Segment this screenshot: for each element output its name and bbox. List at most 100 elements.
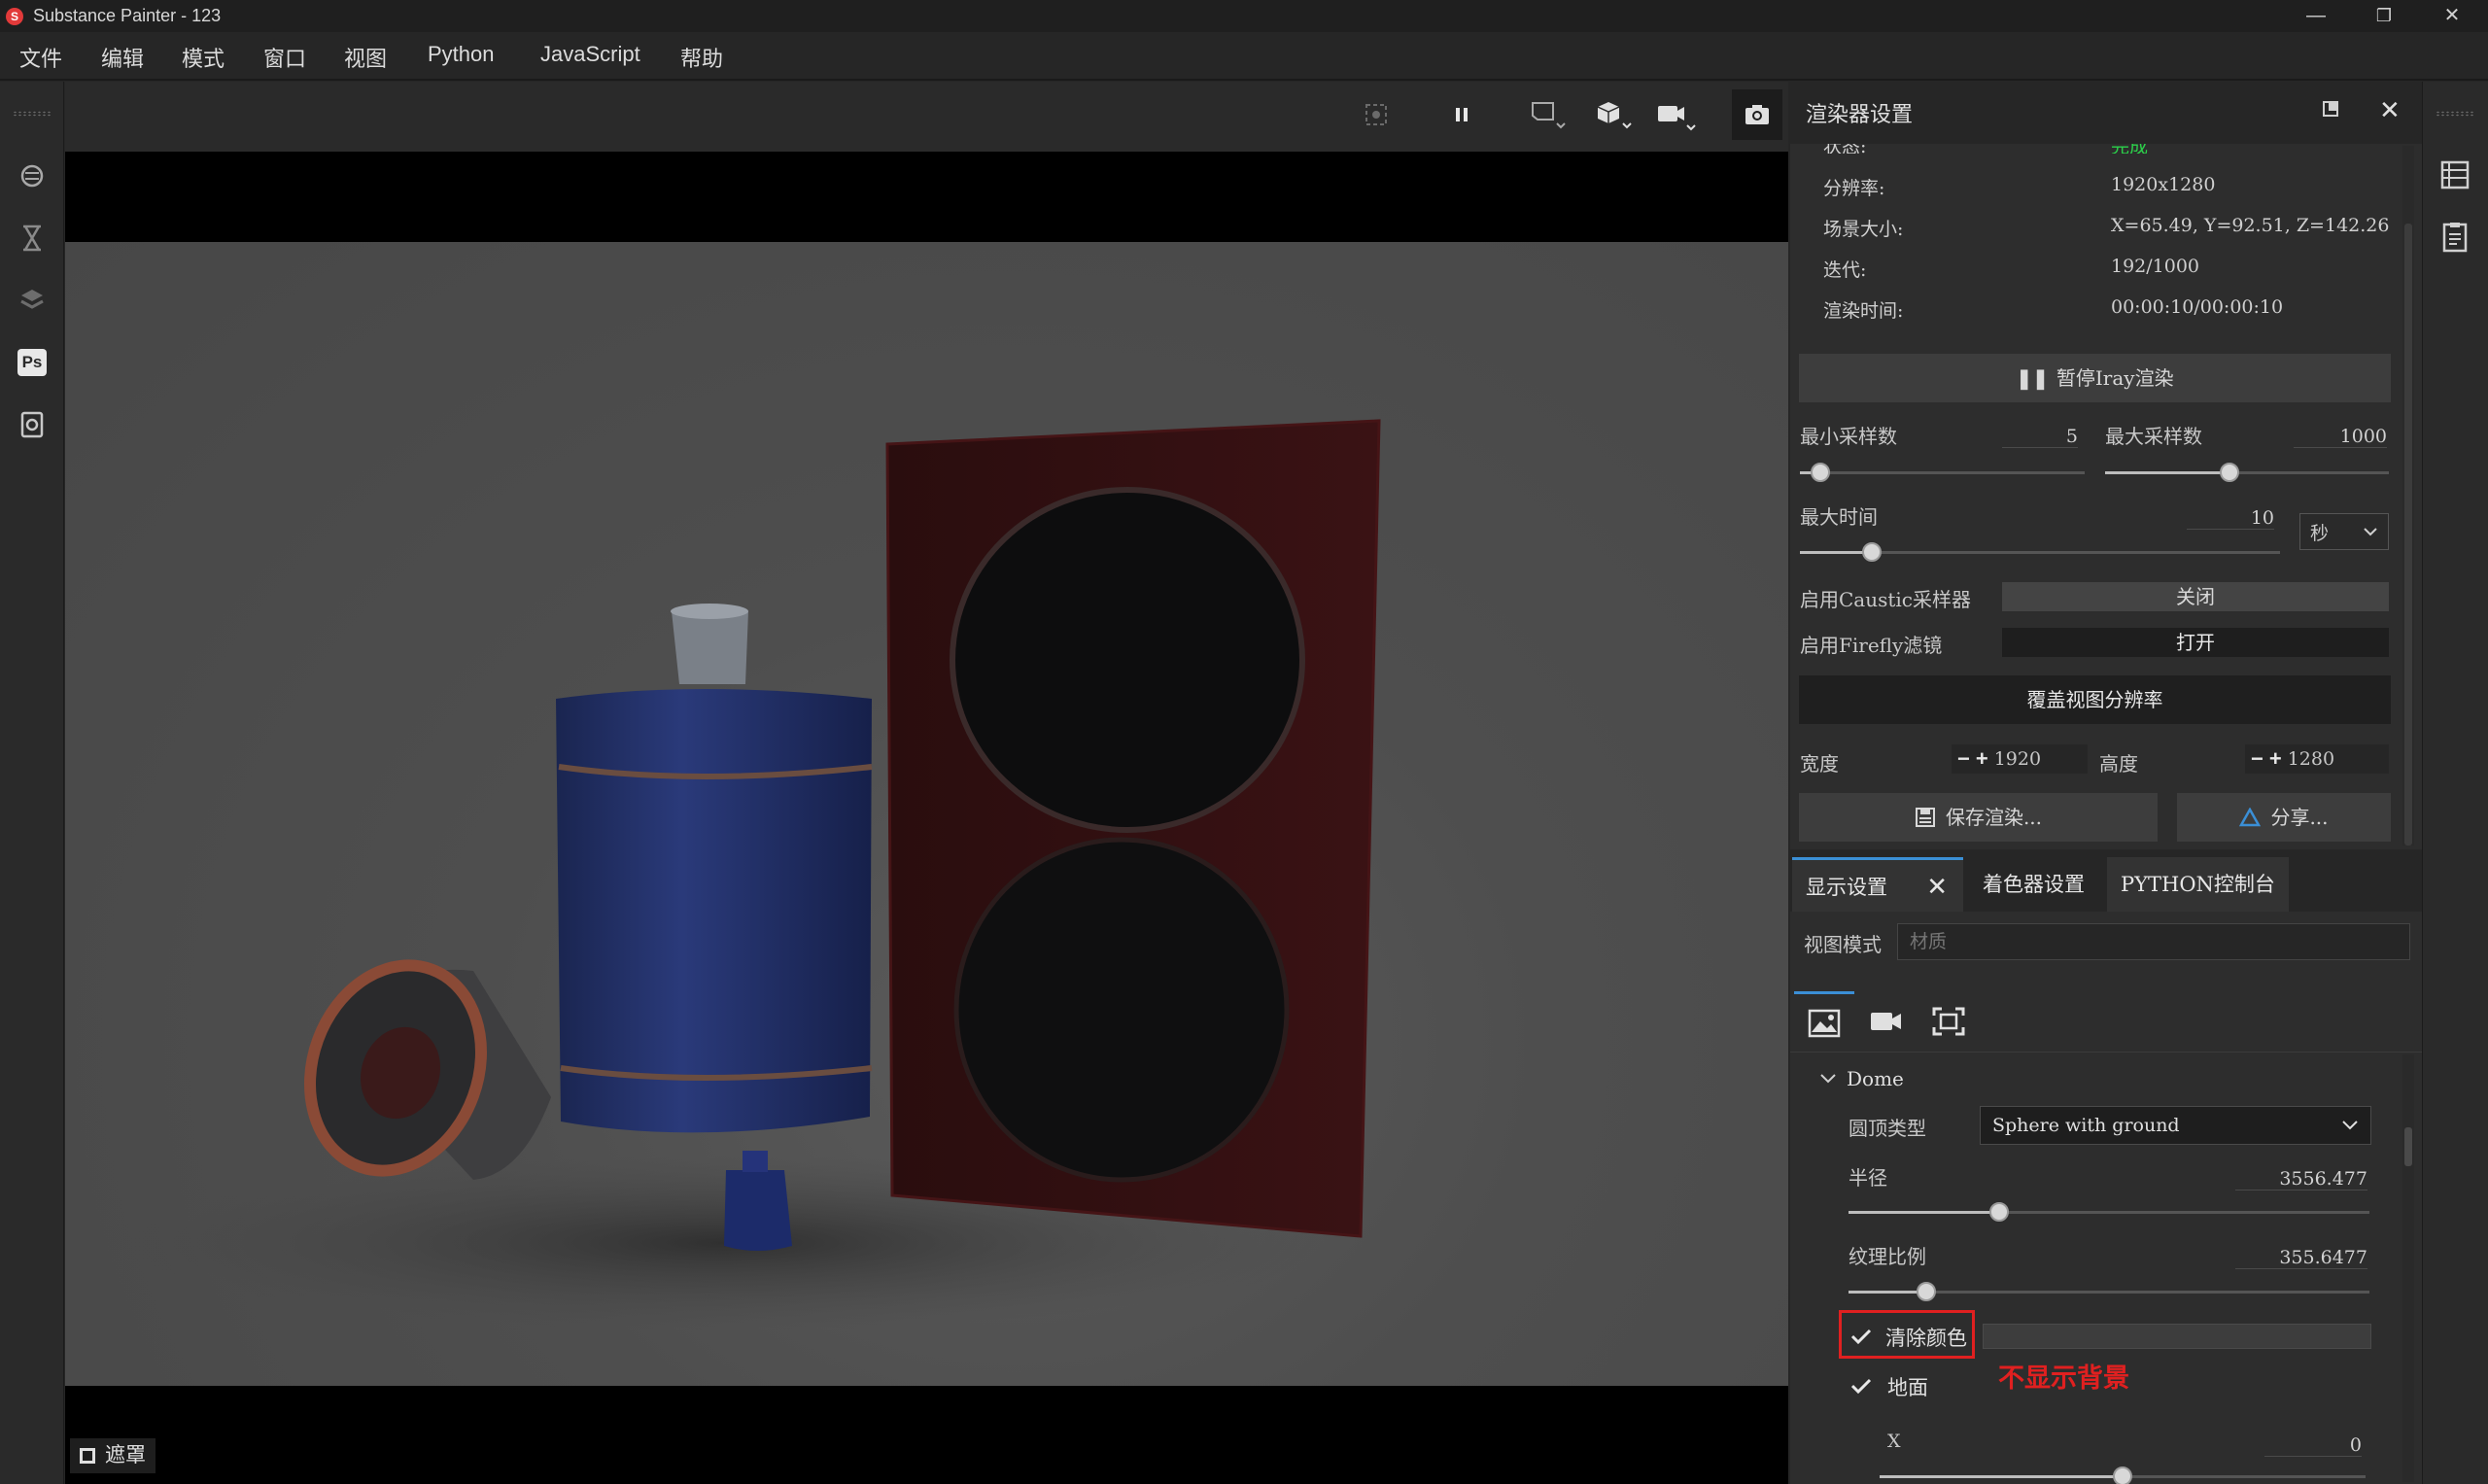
tab-display-settings[interactable]: 显示设置 ✕ xyxy=(1792,857,1963,912)
camera-mode-icon[interactable] xyxy=(1654,93,1697,136)
render-time-label: 渲染时间: xyxy=(1823,300,1904,322)
menu-python[interactable]: Python xyxy=(428,42,495,67)
tab-shader-settings[interactable]: 着色器设置 xyxy=(1969,857,2098,912)
clear-color-checkbox[interactable] xyxy=(1849,1324,1874,1349)
clear-color-label: 清除颜色 xyxy=(1885,1328,1967,1350)
firefly-toggle[interactable]: 打开 xyxy=(2002,628,2389,657)
max-time-slider-knob[interactable] xyxy=(1862,542,1882,562)
radius-slider-knob[interactable] xyxy=(1989,1202,2009,1222)
resolution-label: 分辨率: xyxy=(1823,178,1885,199)
app-logo-icon: S xyxy=(6,8,23,25)
menu-mode[interactable]: 模式 xyxy=(182,42,225,73)
image-icon xyxy=(1808,1009,1841,1037)
minimize-button[interactable]: — xyxy=(2284,0,2348,32)
display-scrollbar-thumb[interactable] xyxy=(2404,1127,2412,1166)
toolbar-grip[interactable] xyxy=(13,111,52,117)
layers-icon[interactable] xyxy=(2439,159,2471,195)
min-samples-label: 最小采样数 xyxy=(1800,425,1897,448)
save-render-button[interactable]: 保存渲染... xyxy=(1799,793,2158,842)
height-label: 高度 xyxy=(2099,752,2138,776)
sync-icon[interactable] xyxy=(16,408,49,441)
save-render-label: 保存渲染... xyxy=(1945,806,2043,829)
status-label: 状态: xyxy=(1823,144,1866,154)
environment-subtab[interactable] xyxy=(1794,991,1854,1052)
toolbar-grip[interactable] xyxy=(2436,111,2474,117)
chevron-down-icon xyxy=(2342,1121,2358,1130)
close-tab-icon[interactable]: ✕ xyxy=(1926,860,1948,915)
texture-scale-slider-knob[interactable] xyxy=(1917,1282,1936,1301)
view-mode-label: 视图模式 xyxy=(1804,933,1882,956)
min-samples-slider-knob[interactable] xyxy=(1811,463,1830,482)
close-renderer-panel-icon[interactable]: ✕ xyxy=(2379,95,2401,125)
menu-edit[interactable]: 编辑 xyxy=(101,42,144,73)
screenshot-icon[interactable] xyxy=(1732,89,1782,140)
menu-help[interactable]: 帮助 xyxy=(680,42,723,73)
focus-selection-icon[interactable] xyxy=(1355,93,1398,136)
height-stepper[interactable]: − + 1280 xyxy=(2245,744,2389,774)
renderer-scrollbar-thumb[interactable] xyxy=(2404,224,2412,846)
max-samples-slider-knob[interactable] xyxy=(2220,463,2239,482)
minus-icon[interactable]: − xyxy=(1957,746,1970,772)
mask-toggle[interactable]: 遮罩 xyxy=(70,1438,156,1473)
status-value: 完成 xyxy=(2111,144,2148,154)
menu-window[interactable]: 窗口 xyxy=(263,42,306,73)
restore-button[interactable]: ❐ xyxy=(2352,0,2416,32)
height-value[interactable]: 1280 xyxy=(2288,748,2334,770)
max-samples-label: 最大采样数 xyxy=(2105,425,2202,448)
iterations-value: 192/1000 xyxy=(2111,256,2200,277)
min-samples-slider-track[interactable] xyxy=(1800,471,2085,474)
view-mode-input[interactable] xyxy=(1897,923,2410,960)
substance-share-icon[interactable] xyxy=(16,284,49,317)
clear-color-swatch[interactable] xyxy=(1983,1324,2371,1349)
x-slider-knob[interactable] xyxy=(2113,1467,2132,1484)
override-resolution-button[interactable]: 覆盖视图分辨率 xyxy=(1799,675,2391,724)
share-button[interactable]: 分享... xyxy=(2177,793,2391,842)
max-samples-input[interactable]: 1000 xyxy=(2294,426,2387,448)
plus-icon[interactable]: + xyxy=(2269,746,2282,772)
plus-icon[interactable]: + xyxy=(1976,746,1988,772)
menu-javascript[interactable]: JavaScript xyxy=(540,42,640,67)
3d-viewport[interactable] xyxy=(65,152,1788,1484)
hourglass-icon[interactable] xyxy=(16,222,49,255)
photoshop-icon[interactable]: Ps xyxy=(16,346,49,379)
display-scrollbar[interactable] xyxy=(2402,1054,2414,1482)
dome-section-header[interactable]: Dome xyxy=(1819,1067,1904,1090)
close-window-button[interactable]: ✕ xyxy=(2420,0,2484,32)
chevron-down-icon xyxy=(1820,1074,1836,1084)
width-stepper[interactable]: − + 1920 xyxy=(1952,744,2088,774)
firefly-label: 启用Firefly滤镜 xyxy=(1800,634,1943,657)
rendered-scene xyxy=(123,419,1381,1330)
width-value[interactable]: 1920 xyxy=(1994,748,2041,770)
ground-checkbox[interactable] xyxy=(1849,1373,1874,1398)
time-unit-dropdown[interactable]: 秒 xyxy=(2299,513,2389,550)
max-time-input[interactable]: 10 xyxy=(2187,507,2274,530)
undock-icon[interactable] xyxy=(2321,99,2340,123)
tab-python-console[interactable]: PYTHON控制台 xyxy=(2107,857,2289,912)
right-toolbar xyxy=(2422,82,2488,1484)
min-samples-input[interactable]: 5 xyxy=(2002,426,2078,448)
properties-icon[interactable] xyxy=(2439,222,2471,258)
menu-file[interactable]: 文件 xyxy=(19,42,62,73)
caustic-toggle[interactable]: 关闭 xyxy=(2002,582,2389,611)
status-row: 状态: 完成 xyxy=(1790,144,2422,154)
viewport-subtab[interactable] xyxy=(1918,991,1979,1052)
radius-input[interactable]: 3556.477 xyxy=(2235,1168,2367,1191)
x-input[interactable]: 0 xyxy=(2264,1434,2362,1457)
texture-scale-input[interactable]: 355.6477 xyxy=(2235,1247,2367,1269)
annotation-text: 不显示背景 xyxy=(1998,1363,2129,1393)
radius-slider-fill xyxy=(1849,1211,1999,1214)
texture-scale-label: 纹理比例 xyxy=(1849,1245,1926,1268)
camera-subtab[interactable] xyxy=(1856,991,1917,1052)
mask-checkbox[interactable] xyxy=(80,1448,95,1464)
menu-view[interactable]: 视图 xyxy=(344,42,387,73)
iray-icon[interactable] xyxy=(16,159,49,192)
pause-iray-button[interactable]: ❚❚ 暂停Iray渲染 xyxy=(1799,354,2391,402)
iterations-label: 迭代: xyxy=(1823,259,1867,281)
width-label: 宽度 xyxy=(1800,752,1839,776)
object-mode-icon[interactable] xyxy=(1594,93,1637,136)
dome-type-dropdown[interactable]: Sphere with ground xyxy=(1980,1106,2371,1145)
pause-render-icon[interactable] xyxy=(1440,93,1483,136)
display-mode-icon[interactable] xyxy=(1526,93,1569,136)
minus-icon[interactable]: − xyxy=(2251,746,2263,772)
max-time-slider-fill xyxy=(1800,551,1872,554)
